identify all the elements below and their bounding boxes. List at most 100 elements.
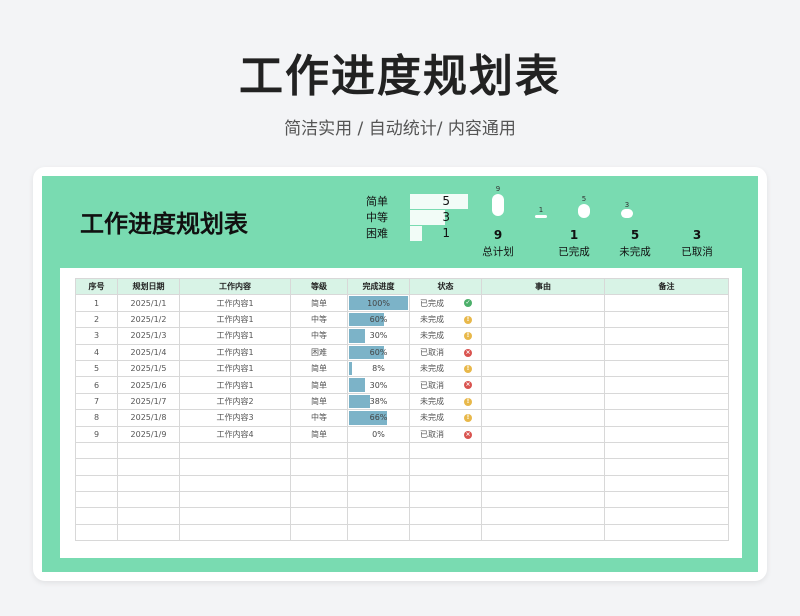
table-row-empty[interactable] [75,441,729,460]
cell-reason[interactable] [481,343,605,361]
cell-note[interactable] [604,376,729,394]
cell-no[interactable]: 8 [75,409,118,427]
table-row[interactable]: 4 2025/1/4 工作内容1 困难 60% 已取消 × [75,343,729,361]
cell-content[interactable]: 工作内容1 [179,294,291,312]
cell-date[interactable]: 2025/1/2 [117,310,180,329]
cell-status[interactable]: 已完成 ✓ [409,294,482,312]
table-row[interactable]: 7 2025/1/7 工作内容2 简单 38% 未完成! [75,392,729,411]
cell-progress[interactable]: 30% [347,376,410,394]
empty-cell[interactable] [290,474,348,493]
table-row-empty[interactable] [75,474,729,493]
cell-level[interactable]: 简单 [290,376,348,394]
cell-no[interactable]: 6 [75,376,118,394]
cell-note[interactable] [604,409,729,427]
cell-level[interactable]: 中等 [290,327,348,345]
cell-date[interactable]: 2025/1/9 [117,425,180,443]
cell-progress[interactable]: 0% [347,425,410,443]
empty-cell[interactable] [179,441,291,460]
cell-note[interactable] [604,425,729,443]
empty-cell[interactable] [347,458,410,476]
cell-reason[interactable] [481,409,605,427]
cell-no[interactable]: 9 [75,425,118,443]
empty-cell[interactable] [347,474,410,493]
empty-cell[interactable] [117,474,180,493]
empty-cell[interactable] [409,458,482,476]
cell-progress[interactable]: 60% [347,310,410,329]
table-row[interactable]: 3 2025/1/3 工作内容1 中等 30% 未完成! [75,327,729,345]
cell-no[interactable]: 5 [75,359,118,378]
cell-no[interactable]: 1 [75,294,118,312]
cell-note[interactable] [604,343,729,361]
empty-cell[interactable] [481,441,605,460]
cell-content[interactable]: 工作内容2 [179,392,291,411]
cell-content[interactable]: 工作内容1 [179,310,291,329]
cell-content[interactable]: 工作内容1 [179,376,291,394]
empty-cell[interactable] [409,474,482,493]
cell-reason[interactable] [481,327,605,345]
cell-status[interactable]: 已取消 × [409,376,482,394]
cell-no[interactable]: 2 [75,310,118,329]
empty-cell[interactable] [117,441,180,460]
empty-cell[interactable] [75,441,118,460]
empty-cell[interactable] [290,523,348,542]
cell-date[interactable]: 2025/1/1 [117,294,180,312]
cell-date[interactable]: 2025/1/8 [117,409,180,427]
cell-progress[interactable]: 30% [347,327,410,345]
empty-cell[interactable] [409,523,482,542]
cell-progress[interactable]: 66% [347,409,410,427]
empty-cell[interactable] [481,491,605,509]
empty-cell[interactable] [604,474,729,493]
table-row-empty[interactable] [75,507,729,525]
cell-note[interactable] [604,294,729,312]
empty-cell[interactable] [179,507,291,525]
cell-content[interactable]: 工作内容1 [179,359,291,378]
cell-no[interactable]: 4 [75,343,118,361]
empty-cell[interactable] [290,458,348,476]
cell-date[interactable]: 2025/1/6 [117,376,180,394]
empty-cell[interactable] [604,523,729,542]
table-row[interactable]: 1 2025/1/1 工作内容1 简单 100% 已完成 ✓ [75,294,729,312]
empty-cell[interactable] [347,441,410,460]
cell-reason[interactable] [481,310,605,329]
cell-no[interactable]: 3 [75,327,118,345]
cell-level[interactable]: 困难 [290,343,348,361]
cell-progress[interactable]: 8% [347,359,410,378]
cell-status[interactable]: 未完成! [409,359,482,378]
empty-cell[interactable] [75,458,118,476]
table-row-empty[interactable] [75,458,729,476]
empty-cell[interactable] [481,474,605,493]
cell-reason[interactable] [481,425,605,443]
empty-cell[interactable] [347,491,410,509]
empty-cell[interactable] [75,474,118,493]
empty-cell[interactable] [481,523,605,542]
table-row-empty[interactable] [75,491,729,509]
table-row[interactable]: 8 2025/1/8 工作内容3 中等 66% 未完成! [75,409,729,427]
empty-cell[interactable] [179,474,291,493]
table-row[interactable]: 9 2025/1/9 工作内容4 简单 0% 已取消 × [75,425,729,443]
cell-progress[interactable]: 38% [347,392,410,411]
empty-cell[interactable] [347,523,410,542]
empty-cell[interactable] [604,507,729,525]
cell-progress[interactable]: 60% [347,343,410,361]
cell-status[interactable]: 已取消 × [409,425,482,443]
empty-cell[interactable] [75,507,118,525]
cell-level[interactable]: 简单 [290,359,348,378]
cell-reason[interactable] [481,376,605,394]
cell-content[interactable]: 工作内容1 [179,343,291,361]
empty-cell[interactable] [604,441,729,460]
table-row-empty[interactable] [75,523,729,542]
cell-note[interactable] [604,359,729,378]
table-row[interactable]: 5 2025/1/5 工作内容1 简单 8% 未完成! [75,359,729,378]
cell-date[interactable]: 2025/1/7 [117,392,180,411]
cell-note[interactable] [604,327,729,345]
cell-content[interactable]: 工作内容4 [179,425,291,443]
cell-level[interactable]: 简单 [290,294,348,312]
cell-status[interactable]: 未完成! [409,392,482,411]
cell-content[interactable]: 工作内容3 [179,409,291,427]
empty-cell[interactable] [117,491,180,509]
cell-reason[interactable] [481,359,605,378]
cell-note[interactable] [604,392,729,411]
empty-cell[interactable] [290,507,348,525]
empty-cell[interactable] [290,441,348,460]
empty-cell[interactable] [117,458,180,476]
